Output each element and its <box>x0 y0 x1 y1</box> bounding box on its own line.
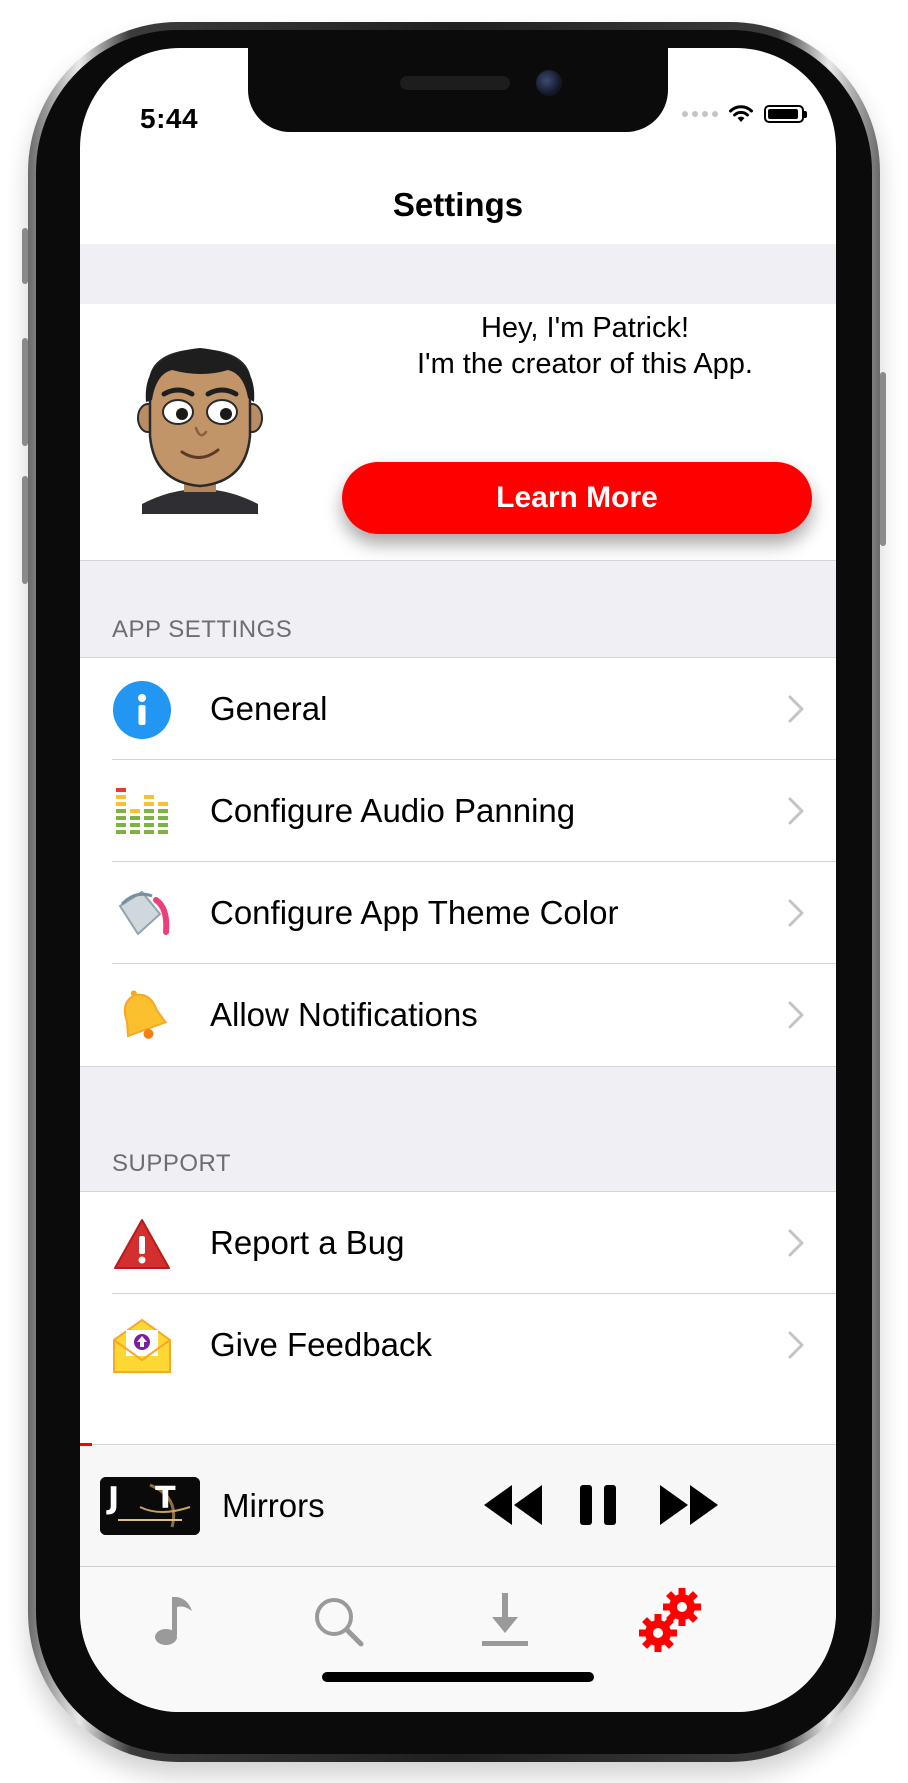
row-label: General <box>210 690 328 727</box>
bell-icon <box>123 990 168 1039</box>
volume-down-button <box>22 476 28 584</box>
creator-avatar <box>137 348 263 514</box>
chevron-right-icon <box>788 1229 804 1257</box>
tab-bar <box>80 1566 836 1712</box>
group-spacer <box>80 244 836 304</box>
chevron-right-icon <box>788 1001 804 1029</box>
paint-bucket-icon <box>118 890 170 936</box>
settings-row-audio-panning[interactable]: Configure Audio Panning <box>80 760 836 862</box>
status-indicators <box>682 104 807 124</box>
settings-row-general[interactable]: General <box>80 658 836 760</box>
album-artwork: JT <box>100 1477 200 1535</box>
wifi-icon <box>729 105 753 122</box>
info-icon <box>113 681 171 739</box>
row-label: Allow Notifications <box>210 996 478 1033</box>
rewind-button[interactable] <box>482 1481 544 1529</box>
row-label: Configure App Theme Color <box>210 894 619 931</box>
playback-progress-bar <box>80 1443 93 1446</box>
earpiece-speaker <box>400 76 510 90</box>
chevron-right-icon <box>788 797 804 825</box>
album-artwork-text: JT <box>108 1481 176 1516</box>
volume-up-button <box>22 338 28 446</box>
download-icon[interactable] <box>470 1587 540 1657</box>
row-label: Configure Audio Panning <box>210 792 576 829</box>
promo-greeting: Hey, I'm Patrick! <box>480 312 690 344</box>
settings-row-notifications[interactable]: Allow Notifications <box>80 964 836 1066</box>
mute-switch <box>22 228 28 284</box>
chevron-right-icon <box>788 899 804 927</box>
gears-icon[interactable] <box>636 1587 706 1657</box>
row-label: Give Feedback <box>210 1326 432 1363</box>
mini-player[interactable]: JT Mirrors <box>80 1443 836 1567</box>
home-indicator[interactable] <box>322 1672 594 1682</box>
promo-subtitle: I'm the creator of this App. <box>417 348 753 380</box>
fast-forward-button[interactable] <box>658 1481 720 1529</box>
phone-screen: 5:44 Settings Hey, I'm Patrick! I'm the … <box>80 48 836 1712</box>
cellular-signal-icon <box>682 111 718 117</box>
settings-row-theme-color[interactable]: Configure App Theme Color <box>80 862 836 964</box>
music-note-icon[interactable] <box>138 1587 208 1657</box>
section-header-support: SUPPORT <box>112 1150 232 1177</box>
status-time: 5:44 <box>140 103 199 134</box>
chevron-right-icon <box>788 1331 804 1359</box>
pause-button[interactable] <box>576 1481 620 1529</box>
row-label: Report a Bug <box>210 1224 405 1261</box>
page-title: Settings <box>392 186 524 223</box>
chevron-right-icon <box>788 695 804 723</box>
learn-more-button[interactable]: Learn More <box>342 462 812 534</box>
support-row-report-bug[interactable]: Report a Bug <box>80 1192 836 1294</box>
warning-icon <box>114 1219 170 1269</box>
battery-icon <box>764 105 807 123</box>
side-button <box>880 372 886 546</box>
notch <box>248 48 668 132</box>
now-playing-title: Mirrors <box>222 1487 325 1524</box>
feedback-envelope-icon <box>113 1318 171 1373</box>
section-header-app-settings: APP SETTINGS <box>112 616 293 643</box>
front-camera <box>536 70 562 96</box>
search-icon[interactable] <box>304 1587 374 1657</box>
support-row-give-feedback[interactable]: Give Feedback <box>80 1294 836 1396</box>
equalizer-icon <box>116 788 168 834</box>
